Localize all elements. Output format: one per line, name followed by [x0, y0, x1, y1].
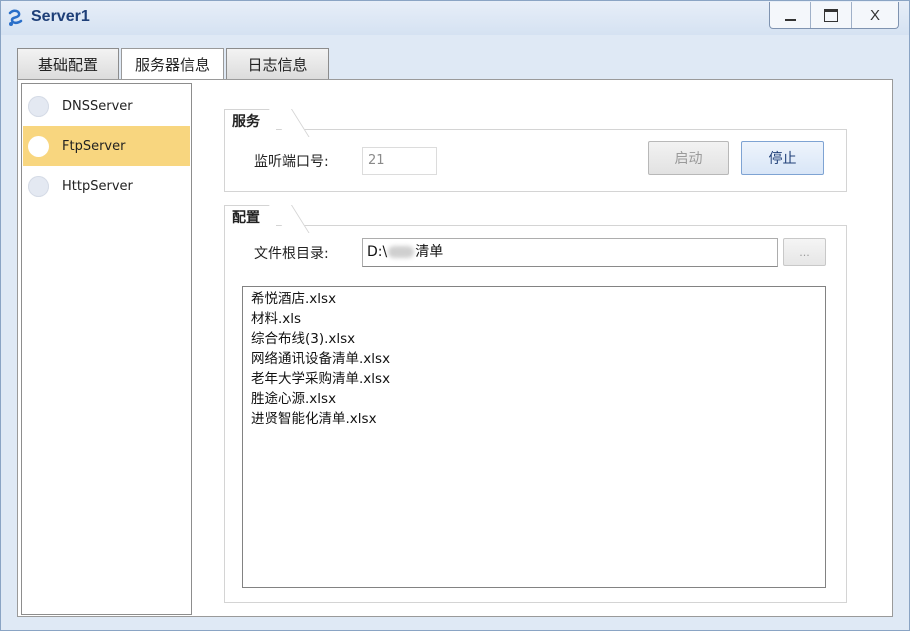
close-icon: X [869, 6, 880, 24]
list-item[interactable]: 进贤智能化清单.xlsx [251, 409, 825, 429]
maximize-button[interactable] [810, 2, 851, 28]
root-dir-prefix: D:\ [367, 244, 388, 260]
server-info-panel: DNSServer FtpServer HttpServer 服务 监听端口号:… [17, 79, 893, 617]
minimize-button[interactable] [770, 2, 810, 28]
root-dir-input[interactable]: D:\ 清单 [362, 238, 778, 267]
config-group-title: 配置 [224, 205, 276, 229]
sidebar-item-dns-server[interactable]: DNSServer [23, 86, 190, 126]
sidebar-item-label: FtpServer [62, 138, 126, 154]
sidebar-item-label: HttpServer [62, 178, 133, 194]
redacted-mark [388, 246, 415, 258]
stop-button[interactable]: 停止 [741, 141, 824, 175]
server-status-icon [28, 175, 49, 197]
sidebar-item-http-server[interactable]: HttpServer [23, 166, 190, 206]
title-bar[interactable]: Server1 X [1, 1, 909, 35]
service-group-title: 服务 [224, 109, 276, 133]
server-status-icon [28, 135, 49, 157]
port-input[interactable]: 21 [362, 147, 437, 175]
file-list[interactable]: 希悦酒店.xlsx 材料.xls 综合布线(3).xlsx 网络通讯设备清单.x… [242, 286, 826, 588]
port-label: 监听端口号: [254, 154, 329, 170]
window-title: Server1 [31, 8, 90, 25]
list-item[interactable]: 材料.xls [251, 309, 825, 329]
close-button[interactable]: X [851, 2, 898, 28]
list-item[interactable]: 综合布线(3).xlsx [251, 329, 825, 349]
tab-server-info[interactable]: 服务器信息 [121, 48, 224, 80]
minimize-icon [784, 19, 796, 21]
maximize-icon [824, 8, 838, 22]
server-list: DNSServer FtpServer HttpServer [21, 83, 192, 615]
list-item[interactable]: 网络通讯设备清单.xlsx [251, 349, 825, 369]
start-button[interactable]: 启动 [648, 141, 729, 175]
list-item[interactable]: 胜途心源.xlsx [251, 389, 825, 409]
sidebar-item-ftp-server[interactable]: FtpServer [23, 126, 190, 166]
server-status-icon [28, 95, 49, 117]
root-dir-label: 文件根目录: [254, 246, 329, 262]
tab-basic-config[interactable]: 基础配置 [17, 48, 119, 79]
tab-log-info[interactable]: 日志信息 [226, 48, 329, 79]
sidebar-item-label: DNSServer [62, 98, 133, 114]
ftp-server-settings: 服务 监听端口号: 21 启动 停止 配置 文件根目录: D:\ 清单 ... 希… [194, 83, 889, 615]
server-app-icon [8, 9, 23, 26]
window-controls: X [769, 2, 899, 29]
root-dir-suffix: 清单 [415, 244, 444, 260]
browse-button[interactable]: ... [783, 238, 826, 266]
list-item[interactable]: 希悦酒店.xlsx [251, 289, 825, 309]
list-item[interactable]: 老年大学采购清单.xlsx [251, 369, 825, 389]
server-window: Server1 X 基础配置 服务器信息 日志信息 DNSServer FtpS… [0, 0, 910, 631]
